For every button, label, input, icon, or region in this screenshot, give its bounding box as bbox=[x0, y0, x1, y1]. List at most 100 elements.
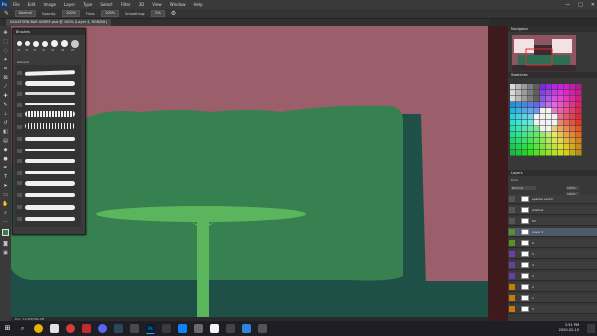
color-swatch[interactable] bbox=[570, 150, 576, 156]
color-swatch[interactable] bbox=[516, 138, 522, 144]
color-swatch[interactable] bbox=[510, 96, 516, 102]
color-swatch[interactable] bbox=[558, 90, 564, 96]
color-swatch[interactable] bbox=[534, 108, 540, 114]
app-icon[interactable] bbox=[194, 324, 203, 333]
color-swatch[interactable] bbox=[516, 126, 522, 132]
color-swatch[interactable] bbox=[528, 120, 534, 126]
color-swatch[interactable] bbox=[576, 138, 582, 144]
color-swatch[interactable] bbox=[528, 102, 534, 108]
brush-tip[interactable] bbox=[51, 40, 58, 47]
brush-preset[interactable] bbox=[25, 181, 75, 186]
color-swatch[interactable] bbox=[564, 126, 570, 132]
steam-icon[interactable] bbox=[114, 324, 123, 333]
color-swatch[interactable] bbox=[576, 90, 582, 96]
layer-blend-mode[interactable]: Normal bbox=[511, 186, 536, 190]
brush-preset[interactable] bbox=[25, 159, 75, 163]
menu-filter[interactable]: Filter bbox=[117, 2, 135, 7]
brush-group-label[interactable]: General bbox=[17, 60, 29, 64]
layer-row[interactable]: 0 bbox=[508, 305, 597, 314]
color-swatch[interactable] bbox=[570, 84, 576, 90]
color-swatch[interactable] bbox=[570, 120, 576, 126]
color-swatch[interactable] bbox=[510, 108, 516, 114]
discord-icon[interactable] bbox=[98, 324, 107, 333]
color-swatch[interactable] bbox=[564, 132, 570, 138]
color-swatch[interactable] bbox=[546, 120, 552, 126]
color-swatch[interactable] bbox=[540, 150, 546, 156]
color-swatch[interactable] bbox=[528, 96, 534, 102]
visibility-eye-icon[interactable] bbox=[509, 284, 515, 290]
photoshop-taskbar-icon[interactable]: Ps bbox=[146, 324, 155, 334]
brush-tip[interactable] bbox=[33, 41, 39, 47]
color-swatch[interactable] bbox=[558, 144, 564, 150]
brush-preset[interactable] bbox=[25, 137, 75, 141]
color-swatch[interactable] bbox=[564, 108, 570, 114]
path-select-icon[interactable]: ➤ bbox=[2, 183, 9, 190]
color-swatch[interactable] bbox=[516, 114, 522, 120]
app-icon[interactable] bbox=[226, 324, 235, 333]
layer-row[interactable]: 4 bbox=[508, 261, 597, 270]
lasso-tool-icon[interactable]: ◌ bbox=[2, 48, 9, 55]
flow-field[interactable]: 100% bbox=[101, 10, 120, 17]
color-swatch[interactable] bbox=[546, 114, 552, 120]
color-swatch[interactable] bbox=[522, 102, 528, 108]
color-swatch[interactable] bbox=[570, 108, 576, 114]
color-swatch[interactable] bbox=[564, 144, 570, 150]
color-swatch[interactable] bbox=[576, 108, 582, 114]
color-swatch[interactable] bbox=[534, 150, 540, 156]
visibility-eye-icon[interactable] bbox=[509, 306, 515, 312]
chrome-icon[interactable] bbox=[34, 324, 43, 333]
color-swatch[interactable] bbox=[534, 126, 540, 132]
pen-tool-icon[interactable]: ✒ bbox=[2, 165, 9, 172]
visibility-eye-icon[interactable] bbox=[509, 218, 515, 224]
color-swatch[interactable] bbox=[534, 120, 540, 126]
color-swatch[interactable] bbox=[552, 150, 558, 156]
color-swatch[interactable] bbox=[558, 126, 564, 132]
color-swatch[interactable] bbox=[564, 84, 570, 90]
shape-tool-icon[interactable]: ▭ bbox=[2, 192, 9, 199]
brush-tip[interactable] bbox=[25, 41, 30, 46]
dodge-icon[interactable]: ● bbox=[2, 156, 9, 163]
color-swatch[interactable] bbox=[534, 132, 540, 138]
zoom-tool-icon[interactable]: ⌕ bbox=[2, 210, 9, 217]
menu-view[interactable]: View bbox=[148, 2, 166, 7]
color-swatch[interactable] bbox=[510, 150, 516, 156]
color-swatch[interactable] bbox=[576, 84, 582, 90]
color-swatch[interactable] bbox=[540, 96, 546, 102]
color-swatch[interactable] bbox=[564, 120, 570, 126]
app-opera-icon[interactable] bbox=[82, 324, 91, 333]
color-swatch[interactable] bbox=[528, 144, 534, 150]
color-swatch[interactable] bbox=[510, 132, 516, 138]
color-swatch[interactable] bbox=[540, 144, 546, 150]
app-white-icon[interactable] bbox=[210, 324, 219, 333]
brush-preset[interactable] bbox=[25, 149, 75, 151]
menu-select[interactable]: Select bbox=[96, 2, 116, 7]
color-swatch[interactable] bbox=[552, 138, 558, 144]
color-swatch[interactable] bbox=[552, 102, 558, 108]
color-swatch[interactable] bbox=[528, 132, 534, 138]
color-swatch[interactable] bbox=[522, 84, 528, 90]
color-swatch[interactable] bbox=[534, 138, 540, 144]
visibility-eye-icon[interactable] bbox=[509, 240, 515, 246]
frame-tool-icon[interactable]: ⊠ bbox=[2, 75, 9, 82]
menu-edit[interactable]: Edit bbox=[24, 2, 40, 7]
color-swatch[interactable] bbox=[546, 96, 552, 102]
color-swatch[interactable] bbox=[528, 138, 534, 144]
layer-row[interactable]: 1 bbox=[508, 294, 597, 303]
document-tab[interactable]: SAGATORN BAR ASMFE.psd @ 100% (Layer 4, … bbox=[6, 19, 111, 26]
menu-help[interactable]: Help bbox=[189, 2, 206, 7]
clone-stamp-icon[interactable]: ⊥ bbox=[2, 111, 9, 118]
color-swatch[interactable] bbox=[540, 126, 546, 132]
color-swatch[interactable] bbox=[516, 120, 522, 126]
notification-icon[interactable] bbox=[587, 324, 595, 333]
color-swatch[interactable] bbox=[576, 102, 582, 108]
brush-preset[interactable] bbox=[25, 123, 75, 129]
color-swatch[interactable] bbox=[534, 90, 540, 96]
color-swatch[interactable] bbox=[570, 102, 576, 108]
app-red-icon[interactable] bbox=[66, 324, 75, 333]
brush-preset[interactable] bbox=[25, 92, 75, 95]
visibility-eye-icon[interactable] bbox=[509, 207, 515, 213]
healing-brush-icon[interactable]: ✚ bbox=[2, 93, 9, 100]
app-blue-icon[interactable] bbox=[178, 324, 187, 333]
color-swatch[interactable] bbox=[564, 102, 570, 108]
color-swatch[interactable] bbox=[576, 120, 582, 126]
